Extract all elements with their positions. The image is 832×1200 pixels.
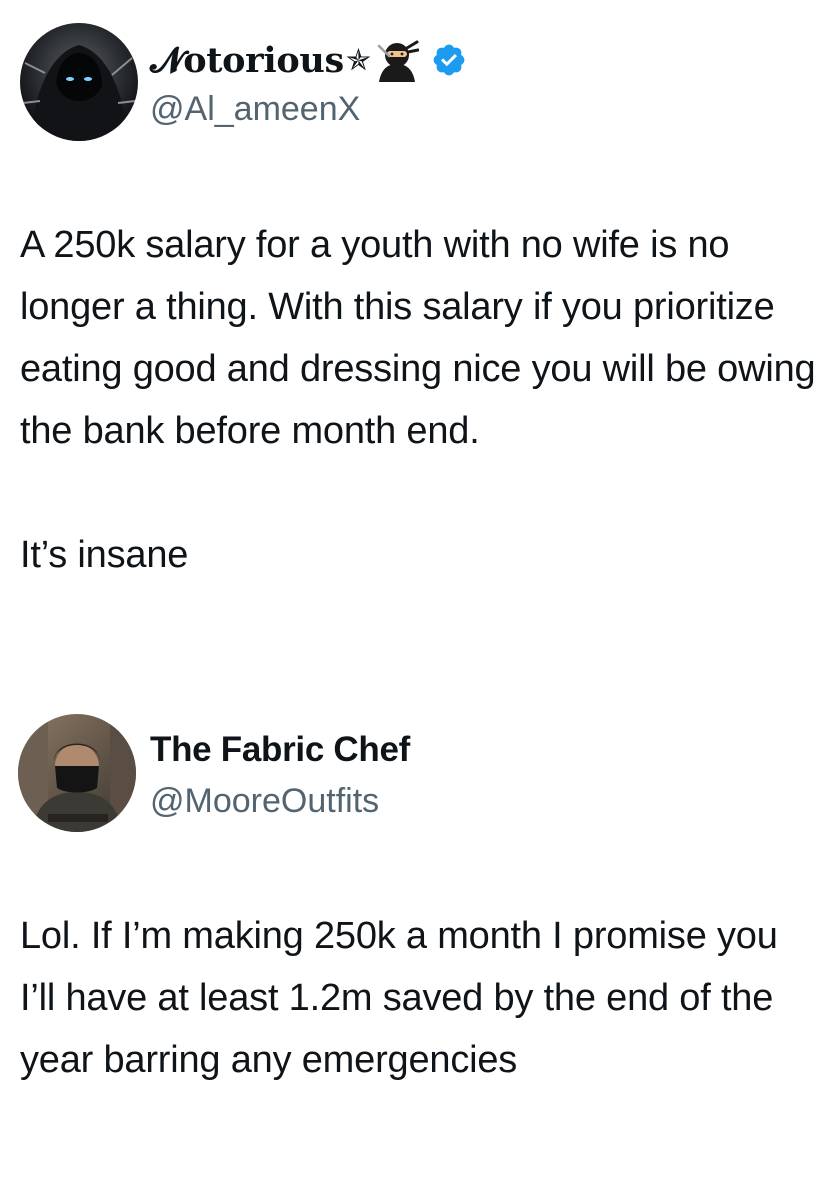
author-name-row[interactable]: 𝓝otorious ✯: [150, 34, 467, 86]
ninja-icon: [375, 38, 420, 82]
author-name-row[interactable]: The Fabric Chef: [150, 727, 410, 773]
display-name[interactable]: The Fabric Chef: [150, 730, 410, 770]
tweet-body: A 250k salary for a youth with no wife i…: [20, 214, 820, 586]
avatar[interactable]: [18, 714, 136, 832]
star-symbol: ✯: [345, 42, 372, 78]
verified-badge-icon: [431, 42, 467, 78]
tweet-paragraph: Lol. If I’m making 250k a month I promis…: [20, 915, 778, 1081]
user-handle[interactable]: @Al_ameenX: [150, 90, 360, 129]
tweet-paragraph: A 250k salary for a youth with no wife i…: [20, 224, 816, 452]
tweet-body: Lol. If I’m making 250k a month I promis…: [20, 905, 820, 1091]
tweet-paragraph: It’s insane: [20, 534, 189, 576]
avatar[interactable]: [20, 23, 138, 141]
display-name[interactable]: 𝓝otorious: [150, 40, 344, 81]
user-handle[interactable]: @MooreOutfits: [150, 782, 379, 821]
